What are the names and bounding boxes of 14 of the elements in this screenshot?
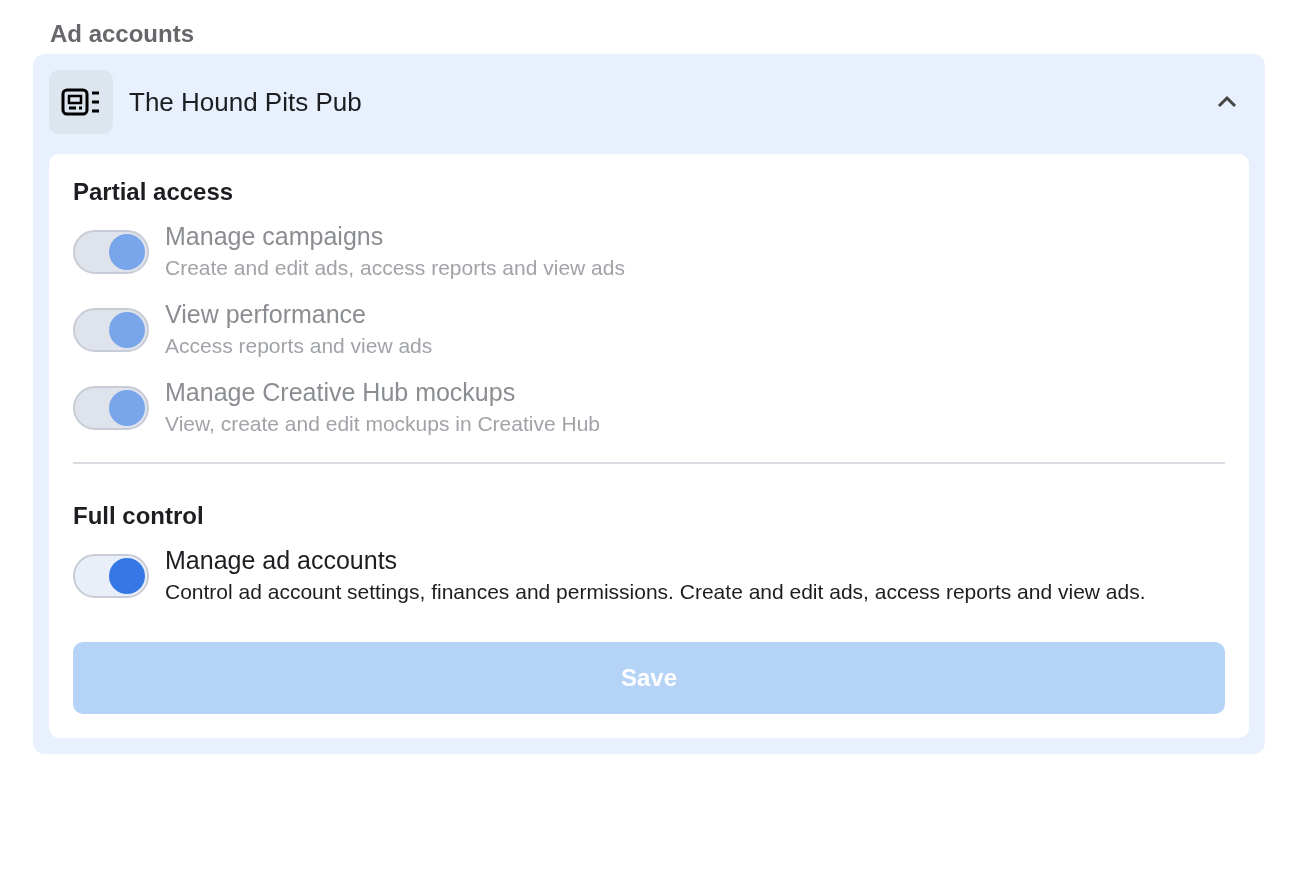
toggle-switch[interactable] xyxy=(73,554,149,598)
section-title: Partial access xyxy=(73,178,234,206)
permission-title: Manage ad accounts xyxy=(165,545,399,576)
permission-title: View performance xyxy=(165,299,368,330)
permission-description: View, create and edit mockups in Creative Hub xyxy=(165,411,600,437)
permission-description: Create and edit ads, access reports and view ads xyxy=(165,255,625,281)
account-name: The Hound Pits Pub xyxy=(129,86,363,118)
permission-description: Control ad account settings, finances and permissions. Create and edit ads, access reports and view ads. xyxy=(165,579,1146,605)
permission-title: Manage Creative Hub mockups xyxy=(165,377,517,408)
account-icon xyxy=(49,70,113,134)
section-title: Full control xyxy=(73,502,204,530)
permission-title: Manage campaigns xyxy=(165,221,385,252)
section-heading: Ad accounts xyxy=(50,20,195,48)
permission-description: Access reports and view ads xyxy=(165,333,433,359)
